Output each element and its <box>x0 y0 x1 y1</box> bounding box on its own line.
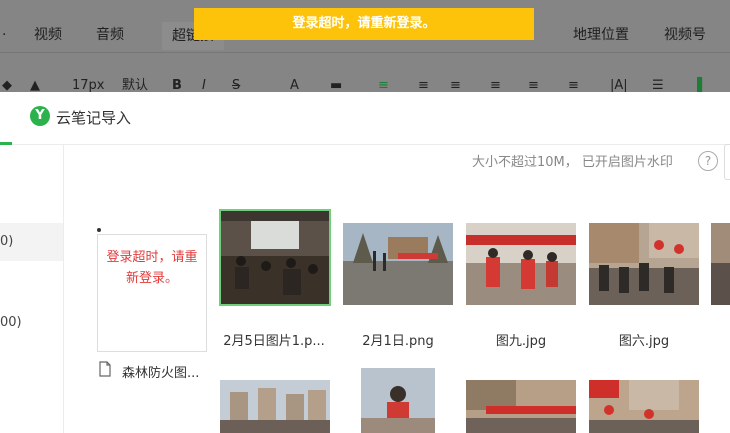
meeting-photo <box>221 211 329 304</box>
dialog-header: Y 云笔记导入 <box>0 92 730 145</box>
image-thumbnail-7[interactable] <box>361 368 435 433</box>
image-caption-4: 图六.jpg <box>618 334 670 349</box>
portrait-photo <box>361 368 435 433</box>
folder-sidebar: 0) 00) <box>0 145 64 433</box>
tab-overflow-icon[interactable]: · <box>2 18 6 52</box>
image-thumbnail-8[interactable] <box>466 380 576 433</box>
tab-channels[interactable]: 视频号 <box>664 18 706 52</box>
image-caption-3: 图九.jpg <box>495 334 547 349</box>
image-thumbnail-9[interactable] <box>589 380 699 433</box>
help-icon[interactable]: ? <box>698 151 718 171</box>
tab-video[interactable]: 视频 <box>34 18 62 52</box>
sidebar-item-folder-1[interactable]: 0) <box>0 223 63 261</box>
import-dialog: Y 云笔记导入 0) 00) 大小不超过10M， 已开启图片水印 ? 登录超时，… <box>0 92 730 433</box>
image-thumbnail-5[interactable] <box>711 223 730 305</box>
image-thumbnail-6[interactable] <box>220 380 330 433</box>
dialog-title[interactable]: 云笔记导入 <box>56 107 131 128</box>
image-thumbnail-3[interactable] <box>466 223 576 305</box>
sidebar-item-folder-2[interactable]: 00) <box>0 304 63 342</box>
image-thumbnail-2[interactable] <box>343 223 453 305</box>
upload-hint: 大小不超过10M， 已开启图片水印 <box>472 155 673 170</box>
image-thumbnail-4[interactable] <box>589 223 699 305</box>
image-caption-2: 2月1日.png <box>362 334 434 349</box>
volunteer-photo <box>466 223 576 305</box>
document-icon <box>99 361 111 377</box>
file-preview-error[interactable]: 登录超时，请重新登录。 <box>97 234 207 352</box>
banner-photo <box>466 380 576 433</box>
street-photo <box>343 223 453 305</box>
file-name[interactable]: 森林防火图... <box>122 362 199 381</box>
editor-divider <box>0 52 730 53</box>
event-photo <box>589 223 699 305</box>
festival-photo <box>589 380 699 433</box>
buildings-photo <box>220 380 330 433</box>
image-thumbnail-1[interactable] <box>219 209 331 306</box>
login-timeout-banner: 登录超时，请重新登录。 <box>194 8 534 40</box>
partial-photo <box>711 223 730 305</box>
tab-audio[interactable]: 音频 <box>96 18 124 52</box>
list-bullet <box>97 228 101 232</box>
cloud-note-logo-icon: Y <box>30 106 50 126</box>
error-message: 登录超时，请重新登录。 <box>106 250 198 286</box>
search-input[interactable] <box>724 144 730 180</box>
tab-location[interactable]: 地理位置 <box>573 18 629 52</box>
image-caption-1: 2月5日图片1.p... <box>223 334 325 349</box>
